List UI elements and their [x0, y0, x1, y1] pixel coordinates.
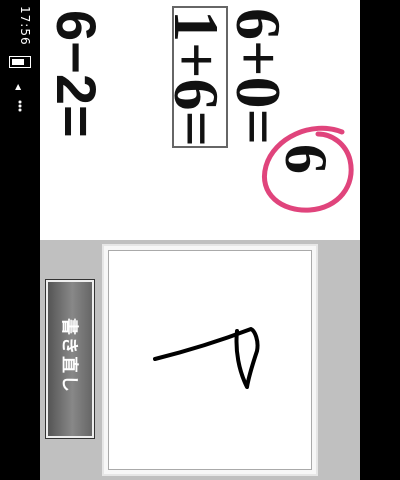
rewrite-button[interactable]: 書き直し: [45, 279, 95, 439]
status-time: 17:56: [18, 6, 32, 46]
handwriting-canvas[interactable]: [108, 250, 312, 470]
handwriting-stroke: [153, 327, 260, 389]
problem-1: 6−2=: [45, 10, 108, 138]
problem-2: 1+6=: [161, 10, 232, 147]
problem-area: 6−2= 1+6= 6+0= 6: [40, 0, 360, 240]
canvas-frame: [102, 244, 318, 476]
right-bar: [360, 0, 400, 480]
answer-text: 6: [273, 144, 339, 174]
battery-icon: [9, 56, 31, 68]
more-icon: [18, 100, 22, 112]
status-bar: 17:56 ◂: [0, 0, 40, 480]
notification-icon: ◂: [12, 84, 26, 91]
drawing-area: 書き直し: [40, 240, 360, 480]
rewrite-label: 書き直し: [59, 318, 79, 394]
